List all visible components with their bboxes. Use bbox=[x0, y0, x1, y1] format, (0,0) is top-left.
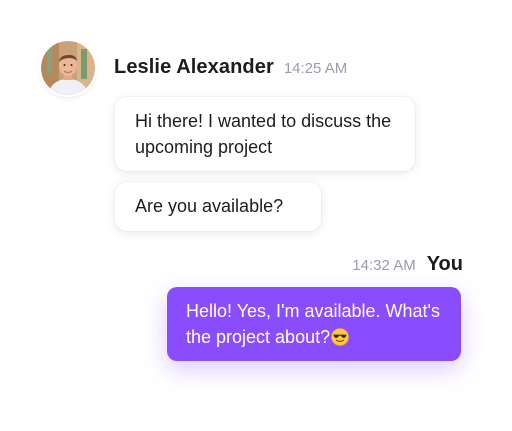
outgoing-header: 14:32 AM You bbox=[352, 253, 463, 279]
outgoing-timestamp: 14:32 AM bbox=[352, 257, 416, 274]
own-name: You bbox=[426, 253, 463, 275]
chat-thread: Leslie Alexander 14:25 AM Hi there! I wa… bbox=[0, 0, 512, 431]
incoming-timestamp: 14:25 AM bbox=[283, 60, 348, 77]
sunglasses-emoji-icon bbox=[331, 328, 349, 346]
incoming-message: Hi there! I wanted to discuss the upcomi… bbox=[115, 97, 415, 171]
incoming-header: Leslie Alexander 14:25 AM bbox=[114, 56, 347, 82]
avatar[interactable] bbox=[41, 41, 95, 95]
outgoing-message: Hello! Yes, I'm available. What's the pr… bbox=[167, 287, 461, 361]
outgoing-message-text: Hello! Yes, I'm available. What's the pr… bbox=[186, 301, 440, 347]
avatar-photo bbox=[41, 41, 95, 95]
sender-name: Leslie Alexander bbox=[114, 56, 274, 78]
incoming-message: Are you available? bbox=[115, 182, 321, 231]
